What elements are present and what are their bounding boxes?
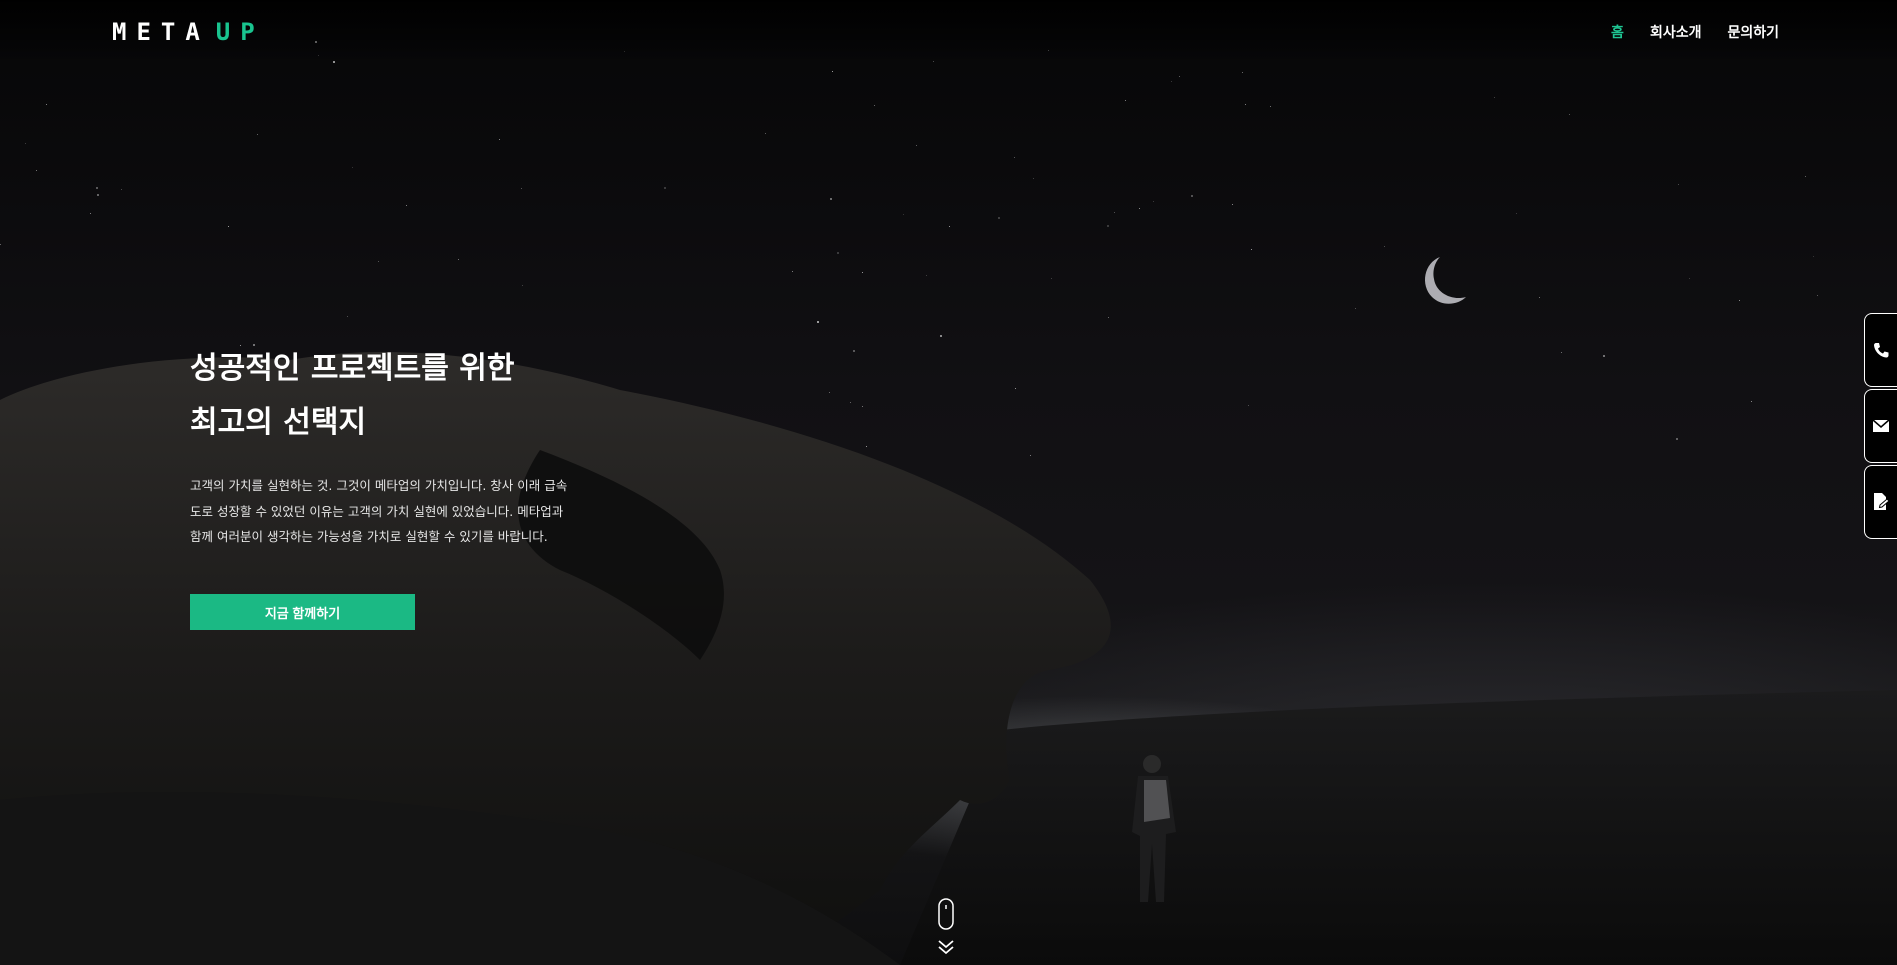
star (499, 139, 500, 140)
star (1678, 184, 1679, 185)
star (1355, 308, 1356, 309)
star (1114, 212, 1115, 213)
star (832, 71, 833, 72)
star (1270, 106, 1271, 107)
star (1179, 76, 1180, 77)
star (1232, 204, 1233, 205)
moon (1425, 257, 1466, 304)
star (25, 143, 26, 144)
star (1171, 81, 1172, 82)
double-chevron-down-icon[interactable] (936, 938, 956, 956)
star (1689, 278, 1690, 279)
star (97, 194, 99, 196)
star (1539, 297, 1540, 298)
star (916, 145, 917, 146)
side-mail-button[interactable] (1864, 389, 1897, 463)
mail-icon (1872, 419, 1890, 432)
star (1251, 249, 1252, 250)
star (458, 259, 459, 260)
star (46, 104, 47, 105)
document-icon (1874, 493, 1890, 510)
star (765, 133, 766, 134)
star (862, 272, 863, 273)
star (352, 167, 353, 168)
star (1242, 72, 1243, 73)
star (522, 285, 523, 286)
side-phone-button[interactable] (1864, 313, 1897, 387)
star (1813, 256, 1814, 257)
top-navigation-bar: META UP 홈 회사소개 문의하기 (0, 0, 1897, 64)
star (378, 261, 379, 262)
star (817, 321, 819, 323)
nav-about[interactable]: 회사소개 (1650, 22, 1702, 42)
scroll-mouse-icon (938, 898, 954, 930)
headline-line-1: 성공적인 프로젝트를 위한 (190, 351, 515, 386)
star (1817, 295, 1818, 296)
star (347, 316, 348, 317)
star (998, 217, 1000, 219)
star (1014, 157, 1015, 158)
phone-icon (1874, 343, 1889, 358)
star (1805, 176, 1806, 177)
desc-line-1: 고객의 가치를 실현하는 것. 그것이 메타업의 가치입니다. 창사 이래 급속 (190, 478, 568, 493)
side-document-button[interactable] (1864, 465, 1897, 539)
star (1494, 97, 1495, 98)
star (1107, 225, 1109, 227)
metaup-logo[interactable]: META UP (112, 18, 265, 46)
person-silhouette (1132, 755, 1176, 902)
nav-contact[interactable]: 문의하기 (1727, 22, 1779, 42)
star (36, 170, 37, 171)
star (1245, 104, 1246, 105)
star (1125, 100, 1126, 101)
star (1739, 300, 1740, 301)
star (926, 275, 927, 276)
star (0, 244, 1, 245)
headline-line-2: 최고의 선택지 (190, 405, 367, 440)
star (1384, 246, 1385, 247)
star (874, 105, 875, 106)
star (121, 189, 122, 190)
desc-line-3: 함께 여러분이 생각하는 가능성을 가치로 실현할 수 있기를 바랍니다. (190, 529, 548, 544)
star (1153, 201, 1154, 202)
star (949, 226, 950, 227)
star (903, 214, 904, 215)
logo-meta-text: META (112, 18, 210, 46)
star (792, 271, 793, 272)
nav-home[interactable]: 홈 (1611, 22, 1624, 42)
join-now-button[interactable]: 지금 함께하기 (190, 594, 415, 630)
star (1191, 195, 1193, 197)
star (228, 226, 229, 227)
star (1569, 114, 1570, 115)
logo-up-text: UP (215, 18, 265, 46)
star (664, 187, 666, 189)
star (257, 134, 258, 135)
star (521, 188, 522, 189)
star (1051, 278, 1052, 279)
star (1139, 208, 1140, 209)
main-nav: 홈 회사소개 문의하기 (1611, 22, 1779, 42)
star (837, 252, 839, 254)
star (830, 198, 832, 200)
hero-description: 고객의 가치를 실현하는 것. 그것이 메타업의 가치입니다. 창사 이래 급속… (190, 473, 590, 550)
hero-headline: 성공적인 프로젝트를 위한 최고의 선택지 (190, 342, 515, 450)
star (406, 205, 407, 206)
star (1108, 317, 1109, 318)
star (1033, 178, 1034, 179)
star (90, 213, 91, 214)
star (96, 187, 98, 189)
star (1516, 213, 1517, 214)
desc-line-2: 도로 성장할 수 있었던 이유는 고객의 가치 실현에 있었습니다. 메타업과 (190, 503, 564, 519)
